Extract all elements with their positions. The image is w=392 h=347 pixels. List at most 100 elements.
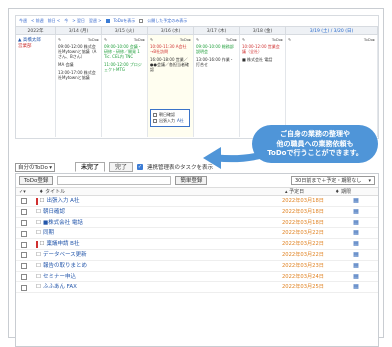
calendar-event[interactable]: 13:00-17:00 株式会社Mytownと協議	[58, 70, 99, 80]
calendar-icon[interactable]: ▦	[332, 250, 380, 261]
todo-title-text[interactable]: 朝日確認	[43, 207, 65, 218]
todo-title[interactable]: ☐ セミナー申込	[36, 272, 282, 283]
table-row[interactable]: ☐ 稟議申請 B社 2022年03月22日 ▦	[16, 239, 378, 250]
todo-status-icon[interactable]: ☐	[36, 250, 41, 261]
pencil-icon[interactable]: ✎	[242, 37, 245, 42]
calendar-event[interactable]: 16:00-18:00 営業／●●会議／各担当者確認	[150, 57, 191, 72]
todo-title[interactable]: ☐ ふふあん FAX	[36, 282, 282, 293]
day-cell[interactable]: ✎ ToDo▸ 10:00-12:00 営業会議（全社） ■ 株式会社 電話	[240, 35, 286, 137]
todo-title-text[interactable]: データベース更新	[43, 250, 87, 261]
todo-status-icon[interactable]: ☐	[36, 218, 41, 229]
todo-checkbox[interactable]	[21, 230, 27, 237]
todo-checkbox[interactable]	[21, 252, 27, 259]
day-cell-weekend[interactable]: ✎ ToDo▸	[286, 35, 378, 137]
todo-status-icon[interactable]: ☐	[36, 282, 41, 293]
calendar-event[interactable]: 09:00-12:00 株式会社Mytownと協議（Aさん、Bさん）	[58, 44, 99, 59]
pencil-icon[interactable]: ✎	[58, 37, 61, 42]
cell-todo-link[interactable]: ToDo▸	[134, 37, 145, 42]
calendar-icon[interactable]: ▦	[332, 261, 380, 272]
todo-checkbox[interactable]	[21, 209, 27, 216]
todo-title[interactable]: ☐ 出張入力 A社	[36, 196, 282, 207]
calendar-icon[interactable]: ▦	[332, 228, 380, 239]
day-header[interactable]: 3/16 (水)	[148, 27, 194, 34]
tab-incomplete[interactable]: 未完了	[75, 162, 106, 172]
todo-status-icon[interactable]: ☐	[36, 261, 41, 272]
todo-status-icon[interactable]: ☐	[36, 207, 41, 218]
date-range-select[interactable]: 30日前まで＋予定・期限なし ▾	[291, 176, 375, 185]
table-row[interactable]: ☐ 朝日確認 2022年03月18日 ▦	[16, 207, 378, 218]
day-header[interactable]: 3/17 (木)	[194, 27, 240, 34]
todo-register-button[interactable]: ToDo登録	[19, 176, 54, 185]
todo-popup-item[interactable]: 出張入力 A社	[153, 118, 187, 124]
calendar-event[interactable]: 10:00-12:00 営業会議（全社）	[242, 44, 283, 54]
nav-prev-week[interactable]: < 前週	[31, 16, 44, 26]
todo-status-icon[interactable]: ☐	[36, 228, 41, 239]
cell-todo-link[interactable]: ToDo▸	[180, 37, 191, 42]
calendar-event[interactable]: 09:00-10:00 総務部説明会	[196, 44, 237, 54]
calendar-icon[interactable]: ▦	[332, 282, 380, 293]
user-name[interactable]: ▲ 高橋太郎 営業部	[18, 38, 53, 50]
todo-checkbox[interactable]	[153, 119, 157, 123]
todo-status-icon[interactable]: ☐	[40, 239, 45, 250]
pencil-icon[interactable]: ✎	[288, 37, 291, 42]
todo-checkbox[interactable]	[21, 198, 27, 205]
nav-next-week[interactable]: 翌週 >	[89, 16, 102, 26]
calendar-icon[interactable]: ▦	[332, 207, 380, 218]
todo-title[interactable]: ☐ 朝日確認	[36, 207, 282, 218]
public-only-checkbox[interactable]	[139, 19, 144, 23]
nav-today[interactable]: 今	[64, 16, 68, 26]
todo-checkbox[interactable]	[153, 113, 157, 117]
pencil-icon[interactable]: ✎	[196, 37, 199, 42]
calendar-event[interactable]: 10:00-11:30 A会社→B社訪問	[150, 44, 191, 54]
day-header-weekend[interactable]: 3/19 (土) / 3/20 (日)	[286, 27, 378, 34]
show-todo-checkbox[interactable]	[105, 19, 110, 23]
todo-title-text[interactable]: ■株式会社 電話	[43, 218, 83, 229]
day-header[interactable]: 3/15 (火)	[102, 27, 148, 34]
todo-filter-select[interactable]: 自分のToDo ▾	[15, 162, 55, 172]
todo-title-text[interactable]: セミナー申込	[43, 272, 76, 283]
calendar-event[interactable]: 09:00-10:00 会議・研修・研修／開発 1 Tic. CEL内 TNC	[104, 44, 145, 59]
todo-title-text[interactable]: 稟議申請 B社	[46, 239, 79, 250]
nav-prev-day[interactable]: 前日 <	[48, 16, 61, 26]
todo-title-text[interactable]: ふふあん FAX	[43, 282, 77, 293]
day-cell[interactable]: ✎ ToDo▸ 09:00-10:00 会議・研修・研修／開発 1 Tic. CEL…	[102, 35, 148, 137]
todo-checkbox[interactable]	[21, 284, 27, 291]
calendar-event[interactable]: 13:00-16:00 作業・打合せ	[196, 57, 237, 67]
todo-checkbox[interactable]	[21, 241, 27, 248]
day-header[interactable]: 3/14 (月)	[56, 27, 102, 34]
calendar-event[interactable]: 11:00-12:00 プロジェクトMTG	[104, 62, 145, 72]
calendar-event[interactable]: ■ 株式会社 電話	[242, 57, 283, 62]
table-row[interactable]: ☐ セミナー申込 2022年03月24日 ▦	[16, 272, 378, 283]
table-row[interactable]: ☐ データベース更新 2022年03月22日 ▦	[16, 250, 378, 261]
pencil-icon[interactable]: ✎	[104, 37, 107, 42]
table-row[interactable]: ☐ 報告の取りまとめ 2022年03月23日 ▦	[16, 261, 378, 272]
todo-title-input[interactable]	[57, 176, 172, 185]
nav-this-week[interactable]: 今週	[19, 16, 27, 26]
todo-checkbox[interactable]	[21, 219, 27, 226]
todo-title[interactable]: ☐ 稟議申請 B社	[36, 239, 282, 250]
todo-title-text[interactable]: 出張入力 A社	[46, 196, 79, 207]
calendar-icon[interactable]: ▦	[332, 239, 380, 250]
table-row[interactable]: ☐ ■株式会社 電話 2022年03月18日 ▦	[16, 218, 378, 229]
table-row[interactable]: ☐ 同期 2022年03月22日 ▦	[16, 228, 380, 240]
todo-status-icon[interactable]: ☐	[36, 272, 41, 283]
todo-status-icon[interactable]: ☐	[40, 196, 45, 207]
quick-register-button[interactable]: 簡単登録	[175, 176, 208, 185]
calendar-icon[interactable]: ▦	[332, 272, 380, 283]
cell-todo-link[interactable]: ToDo▸	[226, 37, 237, 42]
day-header[interactable]: 3/18 (金)	[240, 27, 286, 34]
cell-todo-link[interactable]: ToDo▸	[88, 37, 99, 42]
todo-title[interactable]: ☐ ■株式会社 電話	[36, 218, 282, 229]
tab-complete[interactable]: 完了	[109, 162, 134, 172]
day-cell[interactable]: ✎ ToDo▸ 09:00-12:00 株式会社Mytownと協議（Aさん、Bさん）…	[56, 35, 102, 137]
todo-title-text[interactable]: 報告の取りまとめ	[43, 261, 87, 272]
calendar-icon[interactable]: ▦	[332, 218, 380, 229]
nav-next-day[interactable]: > 翌日	[72, 16, 85, 26]
day-cell[interactable]: ✎ ToDo▸ 09:00-10:00 総務部説明会 13:00-16:00 作業・打…	[194, 35, 240, 137]
show-followed-checkbox[interactable]: ✓	[137, 164, 144, 170]
todo-title[interactable]: ☐ 同期	[36, 228, 282, 239]
calendar-event[interactable]: MA 会議	[58, 62, 99, 67]
table-row[interactable]: ☐ ふふあん FAX 2022年03月25日 ▦	[16, 282, 380, 294]
calendar-icon[interactable]: ▦	[332, 196, 380, 207]
todo-title[interactable]: ☐ データベース更新	[36, 250, 282, 261]
